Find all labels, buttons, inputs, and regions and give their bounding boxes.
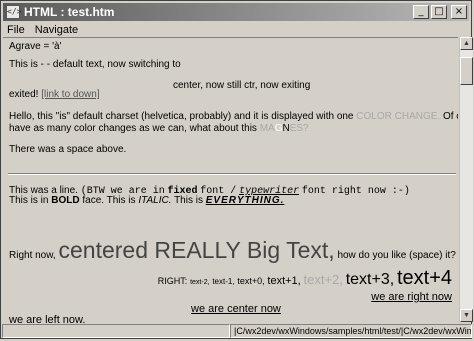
right-label: RIGHT: (157, 276, 188, 286)
how-do-you-like-text: how do you like (space) it? (337, 250, 456, 261)
we-are-center-text: we are center now (191, 303, 281, 315)
text-minus1: text-1, (212, 277, 235, 286)
bold-italic-line: This is in BOLD face. This is ITALIC. Th… (9, 195, 284, 206)
magnes-es: ES? (289, 123, 309, 134)
close-button[interactable]: × (451, 5, 467, 19)
default-text-line: This is - - default text, now switching … (9, 59, 181, 70)
text-minus2: text-2, (190, 279, 210, 286)
window-title: HTML : test.htm (24, 5, 115, 19)
big-text-line: Right now, centered REALLY Big Text, how… (9, 235, 456, 271)
text-plus3: text+3, (345, 271, 395, 288)
we-are-left-text: we are left now. (9, 314, 86, 323)
text-plus1: text+1, (267, 275, 301, 287)
color-para-text-1: Hello, this "is" default charset (helvet… (9, 111, 354, 122)
scroll-down-icon[interactable]: ▼ (460, 309, 473, 322)
color-para-text-2: Of course we can (442, 111, 458, 122)
big-text: centered REALLY Big Text, (58, 237, 335, 263)
menu-bar: File Navigate (3, 22, 469, 37)
bold-text-2: face. This is (82, 195, 136, 206)
color-para-text-3: have as many color changes as we can, wh… (9, 123, 257, 134)
status-bar: |C/wx2dev/wxWindows/samples/html/test/|C… (2, 324, 472, 339)
html-view[interactable]: Agrave = 'à' This is - - default text, n… (3, 37, 458, 323)
we-are-right-text: we are right now (371, 291, 452, 303)
title-bar[interactable]: </> HTML : test.htm _ □ × (3, 3, 469, 21)
text-plus0: text+0, (237, 276, 265, 286)
everything-word: EVERYTHING. (205, 195, 285, 206)
italic-word: ITALIC. (138, 195, 172, 206)
bold-word: BOLD (51, 195, 80, 206)
magnes-n: N (282, 123, 290, 134)
text-sizes-line: RIGHT: text-2, text-1, text+0, text+1, t… (158, 267, 452, 294)
menu-file[interactable]: File (7, 24, 25, 36)
status-pane-1 (2, 324, 230, 338)
text-plus4: text+4 (396, 267, 452, 289)
magnes-ma: MA (259, 123, 275, 134)
vertical-scrollbar[interactable]: ▲ ▼ (459, 37, 473, 322)
horizontal-rule (8, 173, 456, 175)
agrave-line: Agrave = 'à' (9, 41, 62, 52)
bold-text-1: This is in (9, 195, 49, 206)
text-plus2: text+2, (303, 272, 343, 287)
bold-text-3: This is (174, 195, 203, 206)
color-paragraph-line2: have as many color changes as we can, wh… (9, 123, 309, 134)
minimize-button[interactable]: _ (413, 5, 429, 19)
exited-text: exited! (9, 89, 39, 100)
html-app-icon: </> (6, 5, 21, 19)
scroll-thumb[interactable] (460, 57, 473, 85)
centered-text-line: center, now still ctr, now exiting (173, 80, 311, 91)
mono-text-3: font right now :-) (301, 186, 410, 197)
exited-line: exited! [link to down] (9, 89, 100, 100)
scroll-up-icon[interactable]: ▲ (460, 37, 473, 50)
right-now-text: Right now, (9, 250, 56, 261)
status-pane-2: |C/wx2dev/wxWindows/samples/html/test/|C… (230, 324, 472, 338)
menu-navigate[interactable]: Navigate (35, 24, 78, 36)
color-paragraph-line1: Hello, this "is" default charset (helvet… (9, 111, 458, 122)
space-above-line: There was a space above. (9, 144, 127, 155)
maximize-button[interactable]: □ (431, 5, 447, 19)
link-to-down[interactable]: [link to down] (41, 89, 99, 100)
color-change-text: COLOR CHANGE. (356, 111, 441, 122)
